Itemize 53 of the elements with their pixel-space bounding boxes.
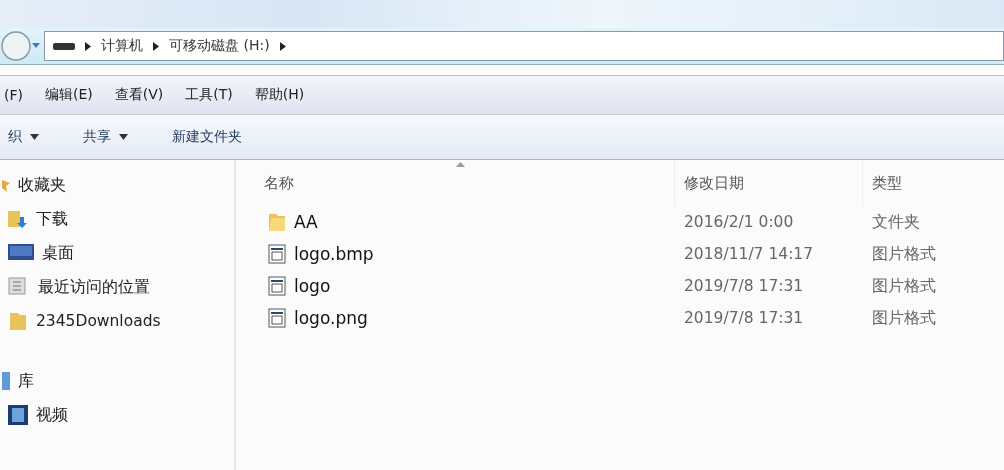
chevron-right-icon [153, 41, 159, 51]
nav-item[interactable]: 视频 [0, 398, 234, 432]
file-name: logo [294, 276, 331, 296]
file-name: logo.png [294, 308, 368, 328]
nav-item[interactable]: 桌面 [0, 236, 234, 270]
nav-item[interactable]: 最近访问的位置 [0, 270, 234, 304]
date-cell-text: 2018/11/7 14:17 [683, 244, 815, 265]
caret-icon [119, 134, 128, 140]
nav-group-header[interactable]: 库 [0, 364, 234, 398]
breadcrumb[interactable]: 可移动磁盘 (H:) [169, 37, 270, 55]
type-cell-text: 图片格式 [871, 243, 937, 265]
nav-group-header[interactable]: 收藏夹 [0, 168, 234, 202]
column-header[interactable]: 类型 [862, 160, 1004, 206]
chevron-right-icon [85, 41, 91, 51]
file-name-cell[interactable]: AA [264, 206, 674, 238]
type-cell-text: 图片格式 [871, 307, 937, 329]
image-file-icon [268, 244, 286, 264]
file-name: logo.bmp [294, 244, 374, 264]
type-cell-text: 文件夹 [871, 211, 921, 233]
back-button-icon[interactable] [0, 30, 40, 62]
menu-item[interactable]: (F) [4, 87, 23, 103]
nav-item[interactable]: 下载 [0, 202, 234, 236]
download-folder-icon [8, 209, 28, 229]
film-icon [8, 405, 28, 425]
date-cell-text: 2016/2/1 0:00 [683, 212, 795, 233]
column-header[interactable]: 修改日期 [674, 160, 862, 206]
address-field[interactable]: 计算机 可移动磁盘 (H:) [44, 31, 1004, 61]
type-cell-text: 图片格式 [871, 275, 937, 297]
column-header[interactable]: 名称 [264, 160, 674, 206]
caret-icon [30, 134, 39, 140]
image-file-icon [268, 308, 286, 328]
breadcrumb[interactable]: 计算机 [101, 37, 143, 55]
menu-item[interactable]: 工具(T) [185, 86, 233, 104]
date-cell-text: 2019/7/8 17:31 [683, 308, 805, 329]
menu-item[interactable]: 编辑(E) [45, 86, 93, 104]
desktop-icon [8, 244, 34, 262]
nav-item[interactable]: 2345Downloads [0, 304, 234, 338]
toolbar-button[interactable]: 共享 [81, 126, 130, 148]
folder-icon [268, 212, 286, 232]
file-name-cell[interactable]: logo.png [264, 302, 674, 334]
file-name-cell[interactable]: logo [264, 270, 674, 302]
file-name: AA [294, 212, 318, 232]
toolbar-button[interactable]: 织 [6, 126, 41, 148]
drive-icon [53, 41, 75, 51]
file-name-cell[interactable]: logo.bmp [264, 238, 674, 270]
folder-icon [8, 311, 28, 331]
menu-item[interactable]: 帮助(H) [254, 86, 305, 104]
toolbar-button[interactable]: 新建文件夹 [170, 126, 244, 148]
date-cell-text: 2019/7/8 17:31 [683, 276, 805, 297]
sort-arrow-icon [456, 162, 465, 167]
menu-item[interactable]: 查看(V) [114, 86, 164, 104]
image-file-icon [268, 276, 286, 296]
chevron-right-icon [279, 41, 286, 51]
